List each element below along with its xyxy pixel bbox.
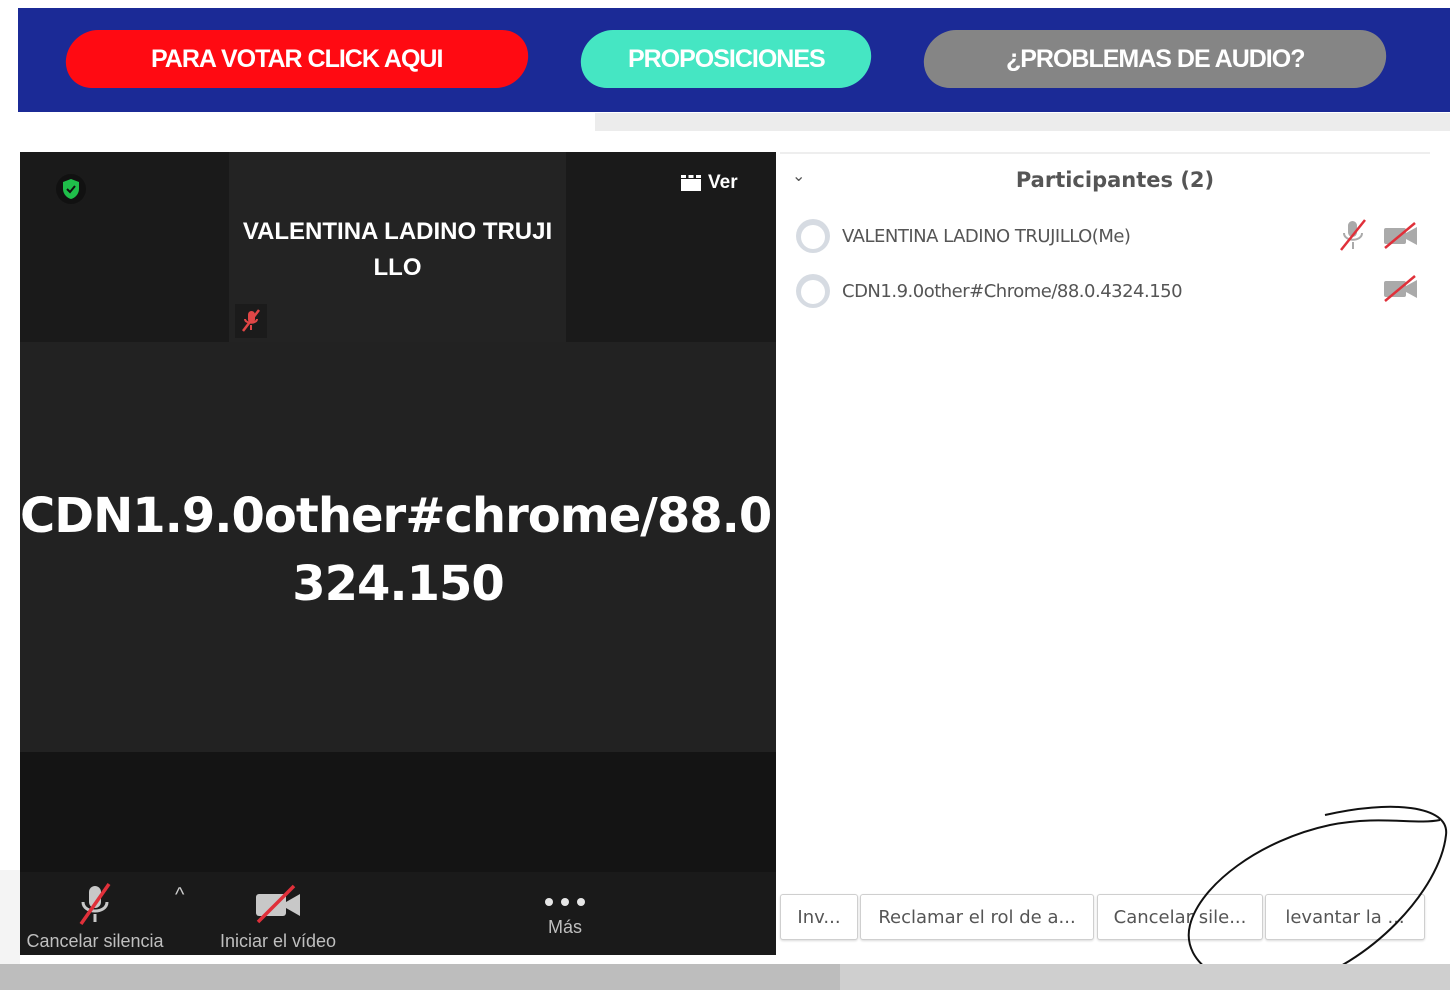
muted-mic-icon [235, 304, 267, 338]
start-video-label: Iniciar el vídeo [219, 931, 337, 951]
start-video-button[interactable]: Iniciar el vídeo [208, 882, 348, 952]
video-off-icon [1384, 275, 1417, 302]
participant-tile[interactable]: VALENTINA LADINO TRUJI LLO [229, 152, 566, 342]
active-speaker-name: CDN1.9.0other#chrome/88.0.4 324.150 [20, 488, 822, 612]
left-edge-strip [0, 870, 20, 964]
participants-actions: Inv... Reclamar el rol de a... Cancelar … [780, 894, 1430, 940]
video-off-icon [256, 884, 300, 924]
tile-participant-name: VALENTINA LADINO TRUJI LLO [242, 218, 553, 281]
meeting-toolbar: Cancelar silencia ^ Iniciar el vídeo Más [20, 872, 776, 955]
bottom-bar-dark [0, 964, 840, 990]
proposals-button[interactable]: PROPOSICIONES [577, 30, 875, 88]
video-off-icon [1384, 222, 1417, 249]
more-label: Más [547, 917, 582, 937]
avatar [796, 274, 830, 308]
participants-title: Participantes (2) [1015, 168, 1215, 192]
view-button[interactable]: Ver [680, 172, 738, 194]
divider-strip [595, 113, 1450, 131]
avatar [796, 219, 830, 253]
audio-problems-button[interactable]: ¿PROBLEMAS DE AUDIO? [920, 30, 1390, 88]
participants-panel: ⌄ Participantes (2) VALENTINA LADINO TRU… [780, 152, 1430, 962]
shield-icon[interactable] [56, 174, 86, 204]
claim-host-button[interactable]: Reclamar el rol de a... [860, 894, 1094, 940]
muted-mic-icon [1340, 219, 1366, 251]
video-area: VALENTINA LADINO TRUJI LLO Ver CDN1.9.0o… [20, 152, 822, 955]
video-bottom-area [20, 752, 776, 872]
grid-view-icon [681, 175, 701, 191]
top-banner: PARA VOTAR CLICK AQUI PROPOSICIONES ¿PRO… [18, 8, 1450, 112]
view-label: Ver [708, 172, 738, 193]
vote-button-label: PARA VOTAR CLICK AQUI [151, 44, 443, 73]
more-button[interactable]: Más [525, 892, 605, 938]
muted-mic-icon [79, 882, 111, 926]
unmute-button[interactable]: Cancelar silencia [20, 882, 170, 952]
panel-divider [780, 152, 1430, 154]
participant-name: VALENTINA LADINO TRUJILLO(Me) [842, 225, 1131, 247]
unmute-label: Cancelar silencia [26, 931, 164, 951]
raise-hand-button[interactable]: levantar la ... [1265, 894, 1425, 940]
participant-row[interactable]: VALENTINA LADINO TRUJILLO(Me) [796, 216, 1426, 256]
audio-problems-button-label: ¿PROBLEMAS DE AUDIO? [1005, 44, 1305, 73]
unmute-all-button[interactable]: Cancelar sile... [1097, 894, 1263, 940]
participant-row[interactable]: CDN1.9.0other#Chrome/88.0.4324.150 [796, 271, 1426, 311]
proposals-button-label: PROPOSICIONES [627, 44, 825, 73]
vote-button[interactable]: PARA VOTAR CLICK AQUI [62, 30, 532, 88]
invite-button[interactable]: Inv... [780, 894, 858, 940]
more-dots-icon [545, 898, 585, 906]
participant-name: CDN1.9.0other#Chrome/88.0.4324.150 [842, 280, 1183, 302]
audio-options-caret-icon[interactable]: ^ [175, 884, 184, 907]
